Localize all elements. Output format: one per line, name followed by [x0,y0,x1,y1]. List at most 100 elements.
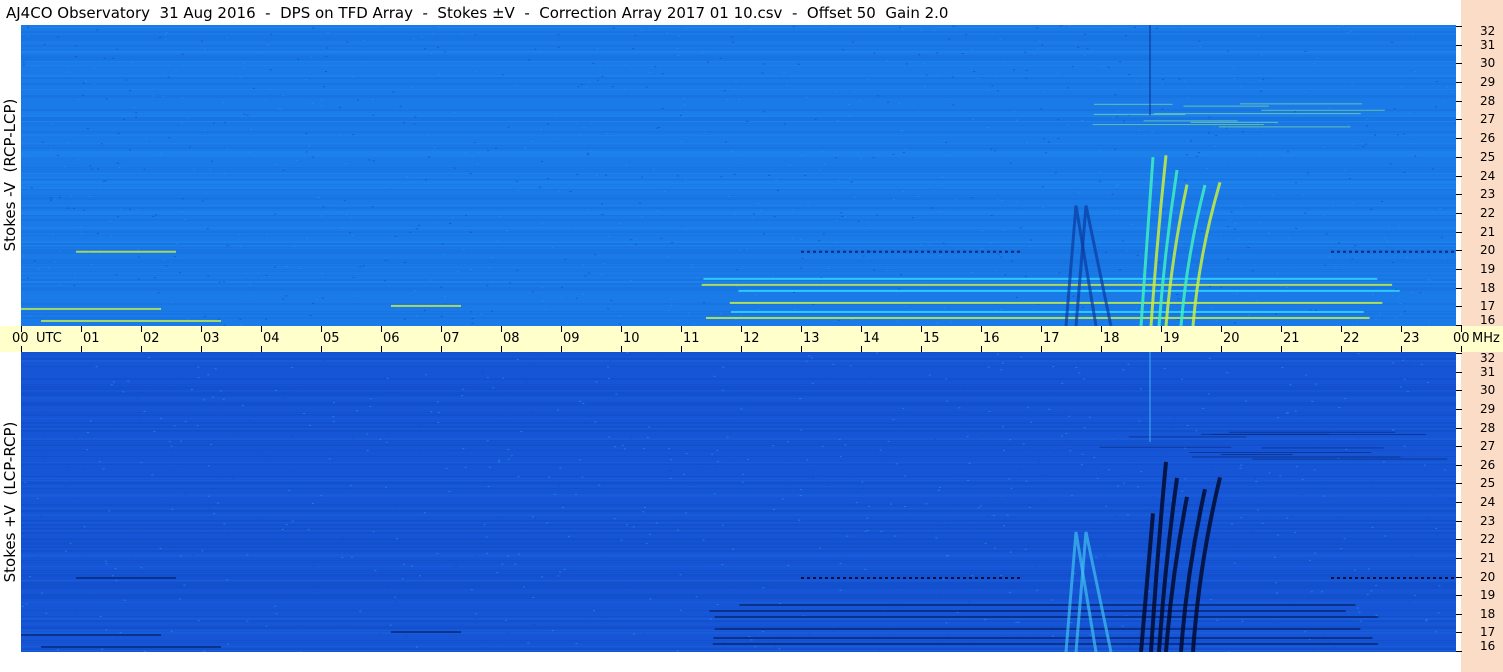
spectrogram-noise [1406,391,1409,393]
frequency-tick-label: 16 [1480,639,1496,653]
spectrogram-noise [64,550,67,552]
spectrogram-noise [1366,594,1369,596]
spectrogram-noise [110,384,113,386]
spectrogram-noise [119,632,122,634]
spectrogram-noise [452,217,455,219]
spectrogram-noise [563,568,566,570]
spectrogram-noise [89,420,92,422]
spectrogram-noise [196,425,199,427]
spectrogram-noise [1029,421,1032,423]
spectrogram-noise [942,645,945,647]
spectrogram-noise [73,284,76,286]
interference-dash [837,577,840,579]
spectrogram-noise [908,518,911,520]
spectrogram-noise [181,97,184,99]
spectrogram-noise [1408,361,1411,363]
spectrogram-noise [615,572,618,574]
spectrogram-noise [127,380,130,382]
spectrogram-band [21,580,1456,581]
frequency-tick-label: 22 [1480,205,1496,220]
spectrogram-noise [940,521,943,523]
spectrogram-noise [569,190,572,192]
interference-dash [1343,577,1346,579]
time-tick [981,346,982,352]
spectrogram-noise [499,559,502,561]
frequency-tick-label: 26 [1480,457,1496,472]
spectrogram-noise [1078,191,1081,193]
spectrogram-noise [1176,293,1179,295]
spectrogram-noise [1357,353,1360,355]
burst-streak [1239,103,1363,105]
spectrogram-noise [794,308,797,310]
spectrogram-noise [1362,146,1365,148]
spectrogram-noise [775,179,778,181]
frequency-tick [1456,82,1462,84]
spectrogram-noise [179,598,182,600]
spectrogram-noise [1018,469,1021,471]
spectrogram-noise [1060,25,1063,27]
interference-dash [1445,250,1448,253]
spectrogram-noise [634,238,637,240]
spectrogram-noise [892,199,895,201]
spectrogram-noise [1315,476,1318,478]
spectrogram-noise [294,386,297,388]
frequency-tick-label: 26 [1480,131,1496,146]
top-spectrogram-panel [21,25,1456,326]
spectrogram-noise [1130,424,1133,426]
interference-dash [927,250,930,253]
spectrogram-noise [575,297,578,299]
spectrogram-noise [1425,619,1428,621]
spectrogram-noise [551,575,554,577]
burst-streak [1220,454,1293,456]
spectrogram-noise [885,60,888,62]
spectrogram-noise [727,195,730,197]
frequency-tick [1456,250,1462,252]
spectrogram-noise [851,504,854,506]
spectrogram-noise [105,563,108,565]
spectrogram-noise [679,609,682,611]
spectrogram-band [21,219,1456,221]
spectrogram-noise [638,202,641,204]
spectrogram-noise [720,176,723,178]
spectrogram-noise [1310,591,1313,593]
spectrogram-noise [183,584,186,586]
spectrogram-noise [471,318,474,320]
spectrogram-band [21,572,1456,573]
spectrogram-noise [1446,86,1449,88]
spectrogram-noise [594,421,597,423]
top-panel-ylabel: Stokes -V (RCP-LCP) [1,98,19,252]
interference-line [730,310,1364,313]
spectrogram-noise [24,481,27,483]
time-tick-label: 18 [1103,331,1120,346]
spectrogram-noise [1025,480,1028,482]
spectrogram-noise [105,98,108,100]
frequency-tick [1456,483,1462,485]
spectrogram-noise [553,493,556,495]
spectrogram-noise [217,477,220,479]
spectrogram-noise [947,527,950,529]
spectrogram-noise [22,61,25,63]
spectrogram-noise [174,69,177,71]
spectrogram-noise [268,369,271,371]
spectrogram-noise [867,217,870,219]
spectrogram-noise [801,155,804,157]
spectrogram-noise [401,578,404,580]
spectrogram-noise [541,354,544,356]
spectrogram-noise [246,620,249,622]
spectrogram-noise [486,377,489,379]
spectrogram-noise [1180,562,1183,564]
spectrogram-noise [873,52,876,54]
spectrogram-noise [1402,359,1405,361]
spectrogram-noise [530,354,533,356]
spectrogram-noise [1066,87,1069,89]
spectrogram-noise [685,228,688,230]
spectrogram-noise [36,594,39,596]
spectrogram-noise [660,237,663,239]
spectrogram-band [21,235,1456,236]
spectrogram-noise [305,237,308,239]
spectrogram-noise [600,274,603,276]
spectrogram-noise [517,476,520,478]
spectrogram-noise [768,483,771,485]
spectrogram-noise [1411,556,1414,558]
spectrogram-noise [1320,591,1323,593]
